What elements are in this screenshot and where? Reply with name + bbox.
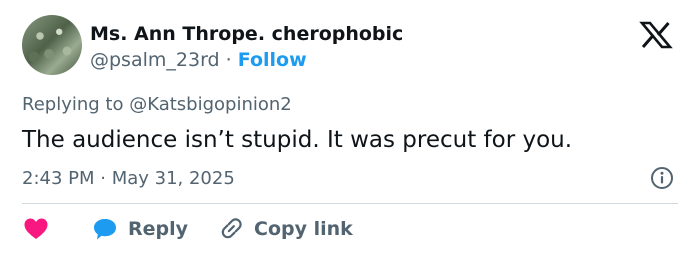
heart-icon	[24, 218, 48, 239]
tweet-text: The audience isn’t stupid. It was precut…	[22, 127, 573, 153]
author-handle[interactable]: @psalm_23rd	[90, 49, 220, 71]
link-icon	[221, 218, 242, 239]
copy-link-label: Copy link	[254, 218, 353, 240]
author-handle-row: @psalm_23rd · Follow	[90, 47, 403, 73]
reply-context: Replying to @Katsbigopinion2	[22, 92, 292, 118]
author-block: Ms. Ann Thrope. cherophobic @psalm_23rd …	[90, 22, 403, 73]
avatar[interactable]	[22, 15, 82, 75]
reply-target-handle[interactable]: @Katsbigopinion2	[129, 94, 292, 115]
x-logo-icon[interactable]	[636, 20, 676, 50]
reply-prefix: Replying to	[22, 94, 124, 115]
author-display-name[interactable]: Ms. Ann Thrope. cherophobic	[90, 22, 403, 46]
divider	[22, 203, 678, 204]
reply-label: Reply	[128, 218, 189, 240]
info-icon[interactable]	[650, 166, 674, 190]
speech-bubble-icon	[94, 219, 116, 240]
like-button[interactable]	[22, 215, 50, 243]
copy-link-button[interactable]: Copy link	[218, 216, 353, 242]
action-bar: Reply Copy link	[22, 214, 353, 244]
reply-button[interactable]: Reply	[92, 216, 188, 242]
tweet-timestamp[interactable]: 2:43 PM · May 31, 2025	[22, 166, 235, 192]
follow-button[interactable]: Follow	[238, 49, 307, 71]
handle-separator: ·	[225, 49, 232, 71]
